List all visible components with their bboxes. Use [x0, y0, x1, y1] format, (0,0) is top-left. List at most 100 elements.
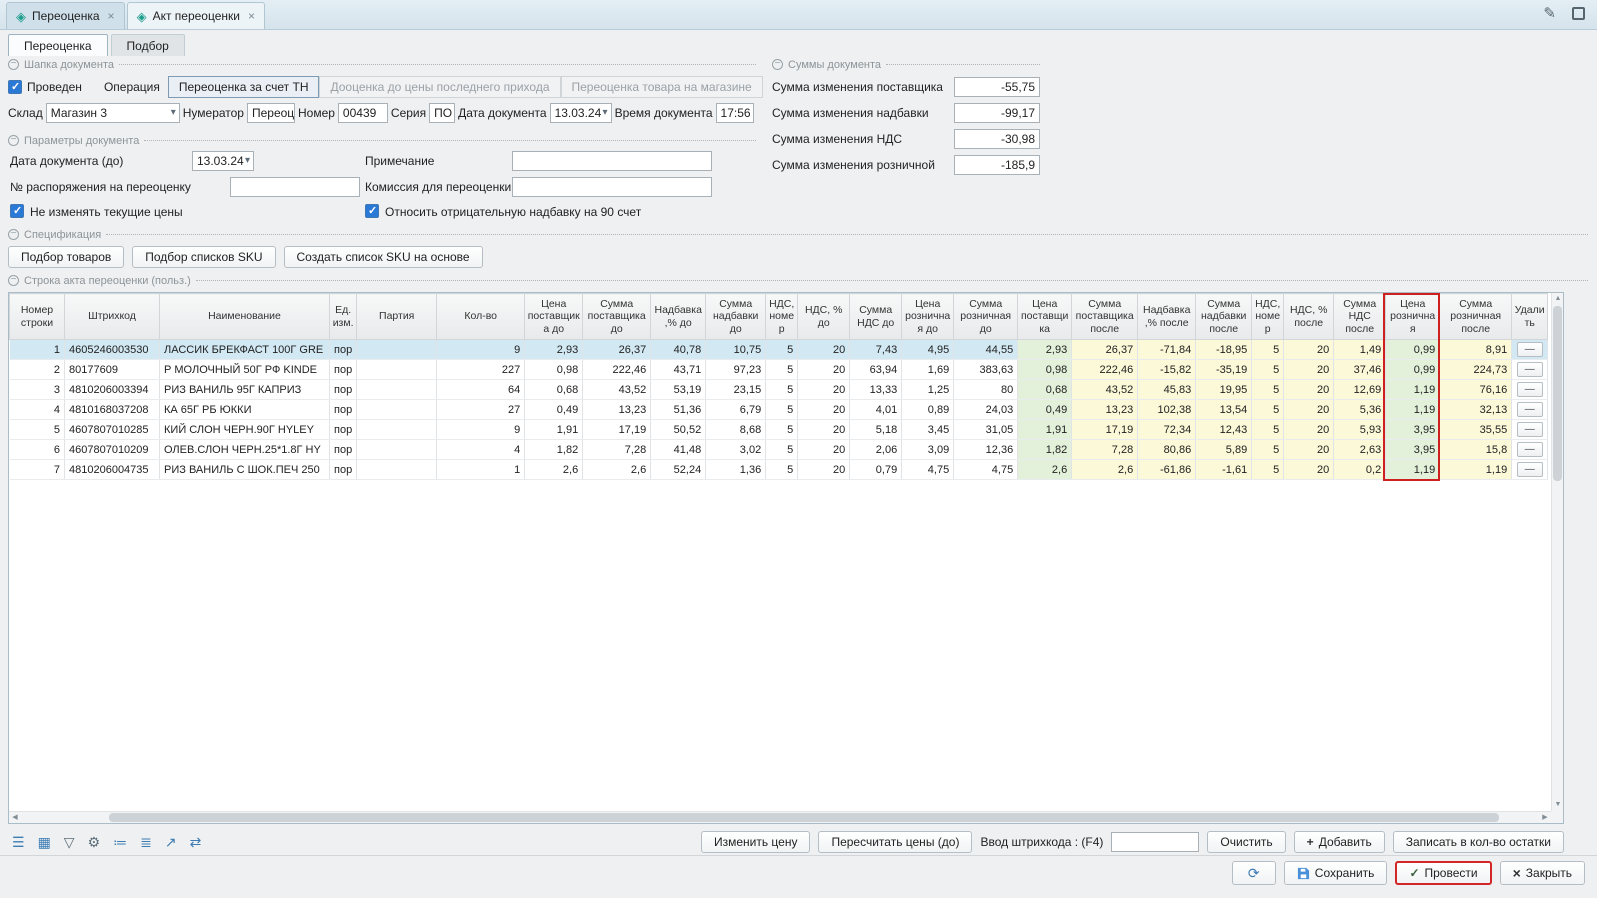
barcode-input[interactable] — [1111, 832, 1199, 852]
doc-date-field[interactable]: 13.03.24 — [550, 103, 612, 123]
cell[interactable]: 4607807010209 — [65, 440, 160, 460]
column-header-3[interactable]: Ед. изм. — [330, 294, 357, 340]
cell[interactable]: 4,01 — [850, 400, 902, 420]
column-header-10[interactable]: НДС, номер — [766, 294, 798, 340]
cell[interactable]: 20 — [1284, 400, 1334, 420]
cell[interactable]: пор — [330, 420, 357, 440]
cell[interactable]: 17,19 — [1072, 420, 1138, 440]
cell[interactable]: 5 — [766, 420, 798, 440]
collapse-icon[interactable]: − — [8, 59, 19, 70]
column-header-17[interactable]: Надбавка ,% после — [1138, 294, 1196, 340]
cell[interactable]: 6 — [10, 440, 65, 460]
numerator-field[interactable]: Переоц — [247, 103, 295, 123]
column-header-12[interactable]: Сумма НДС до — [850, 294, 902, 340]
collapse-icon[interactable]: − — [8, 275, 19, 286]
cell[interactable]: 2,93 — [525, 340, 583, 360]
cell[interactable]: — — [1512, 440, 1548, 460]
cell[interactable]: 8,91 — [1440, 340, 1512, 360]
table-row-1[interactable]: 14605246003530ЛАССИК БРЕКФАСТ 100Г GREпо… — [10, 340, 1548, 360]
cell[interactable]: 5 — [766, 400, 798, 420]
save-button[interactable]: Сохранить — [1284, 861, 1388, 885]
cell[interactable]: 0,99 — [1386, 340, 1440, 360]
horizontal-scrollbar-thumb[interactable] — [109, 813, 1499, 822]
cell[interactable] — [357, 380, 437, 400]
cell[interactable]: 1,69 — [902, 360, 954, 380]
delete-row-button[interactable]: — — [1517, 422, 1543, 437]
cell[interactable]: 224,73 — [1440, 360, 1512, 380]
cell[interactable]: 1,19 — [1386, 380, 1440, 400]
delete-row-button[interactable]: — — [1517, 402, 1543, 417]
view-list-icon[interactable]: ☰ — [12, 835, 25, 849]
cell[interactable]: 5 — [766, 360, 798, 380]
clear-button[interactable]: Очистить — [1207, 831, 1285, 853]
cell[interactable]: 0,2 — [1334, 460, 1386, 480]
cell[interactable]: 20 — [1284, 360, 1334, 380]
horizontal-scrollbar[interactable] — [9, 811, 1551, 823]
cell[interactable]: 2,6 — [525, 460, 583, 480]
cell[interactable]: 12,69 — [1334, 380, 1386, 400]
cell[interactable]: 37,46 — [1334, 360, 1386, 380]
cell[interactable]: 0,98 — [525, 360, 583, 380]
cell[interactable]: 1,82 — [1018, 440, 1072, 460]
cell[interactable]: 20 — [798, 420, 850, 440]
cell[interactable]: 2,63 — [1334, 440, 1386, 460]
cell[interactable]: 4,95 — [902, 340, 954, 360]
cell[interactable]: 23,15 — [706, 380, 766, 400]
column-header-9[interactable]: Сумма надбавки до — [706, 294, 766, 340]
cell[interactable]: 0,89 — [902, 400, 954, 420]
cell[interactable]: 9 — [437, 340, 525, 360]
cell[interactable]: 9 — [437, 420, 525, 440]
cell[interactable]: -35,19 — [1196, 360, 1252, 380]
cell[interactable]: — — [1512, 400, 1548, 420]
cell[interactable]: 27 — [437, 400, 525, 420]
delete-row-button[interactable]: — — [1517, 342, 1543, 357]
cell[interactable]: 12,43 — [1196, 420, 1252, 440]
collapse-icon[interactable]: − — [8, 229, 19, 240]
cell[interactable]: -18,95 — [1196, 340, 1252, 360]
cell[interactable]: -61,86 — [1138, 460, 1196, 480]
cell[interactable]: 222,46 — [1072, 360, 1138, 380]
cell[interactable]: 4810206004735 — [65, 460, 160, 480]
cell[interactable]: 0,49 — [525, 400, 583, 420]
sum-supplier-field[interactable]: -55,75 — [954, 77, 1040, 97]
mode-pereotsenka-tn-button[interactable]: Переоценка за счет ТН — [168, 76, 320, 98]
recalc-prices-button[interactable]: Пересчитать цены (до) — [818, 831, 972, 853]
refresh-button[interactable]: ⟳ — [1232, 861, 1276, 885]
cell[interactable]: -15,82 — [1138, 360, 1196, 380]
cell[interactable]: ОЛЕВ.СЛОН ЧЕРН.25*1.8Г HY — [160, 440, 330, 460]
cell[interactable]: 20 — [1284, 380, 1334, 400]
create-sku-list-button[interactable]: Создать список SKU на основе — [284, 246, 483, 268]
cell[interactable]: 0,68 — [1018, 380, 1072, 400]
cell[interactable]: пор — [330, 340, 357, 360]
cell[interactable]: 20 — [1284, 440, 1334, 460]
cell[interactable]: — — [1512, 340, 1548, 360]
column-header-21[interactable]: Сумма НДС после — [1334, 294, 1386, 340]
fullscreen-icon[interactable] — [1572, 7, 1585, 20]
cell[interactable]: 1,36 — [706, 460, 766, 480]
cell[interactable]: 43,52 — [583, 380, 651, 400]
cell[interactable]: 76,16 — [1440, 380, 1512, 400]
edit-icon[interactable]: ✎ — [1543, 6, 1556, 21]
tab-podbor-page[interactable]: Подбор — [111, 34, 185, 56]
mode-dootsenka-button[interactable]: Дооценка до цены последнего прихода — [319, 76, 560, 98]
cell[interactable]: 4 — [437, 440, 525, 460]
cell[interactable]: 4607807010285 — [65, 420, 160, 440]
cell[interactable]: 26,37 — [1072, 340, 1138, 360]
tab-akt-pereotsenki[interactable]: ◈ Акт переоценки × — [127, 2, 265, 29]
cell[interactable]: пор — [330, 380, 357, 400]
column-header-4[interactable]: Партия — [357, 294, 437, 340]
cell[interactable]: пор — [330, 360, 357, 380]
cell[interactable]: 4810206003394 — [65, 380, 160, 400]
add-button[interactable]: + Добавить — [1294, 831, 1385, 853]
column-header-1[interactable]: Штрихкод — [65, 294, 160, 340]
cell[interactable]: 8,68 — [706, 420, 766, 440]
cell[interactable]: 7 — [10, 460, 65, 480]
delete-row-button[interactable]: — — [1517, 442, 1543, 457]
cell[interactable]: 6,79 — [706, 400, 766, 420]
podbor-sku-lists-button[interactable]: Подбор списков SKU — [132, 246, 275, 268]
cell[interactable]: РИЗ ВАНИЛЬ С ШОК.ПЕЧ 250 — [160, 460, 330, 480]
cell[interactable]: 80,86 — [1138, 440, 1196, 460]
cell[interactable]: 5 — [766, 440, 798, 460]
scroll-down-icon[interactable] — [1552, 799, 1564, 811]
collapse-icon[interactable]: − — [772, 59, 783, 70]
